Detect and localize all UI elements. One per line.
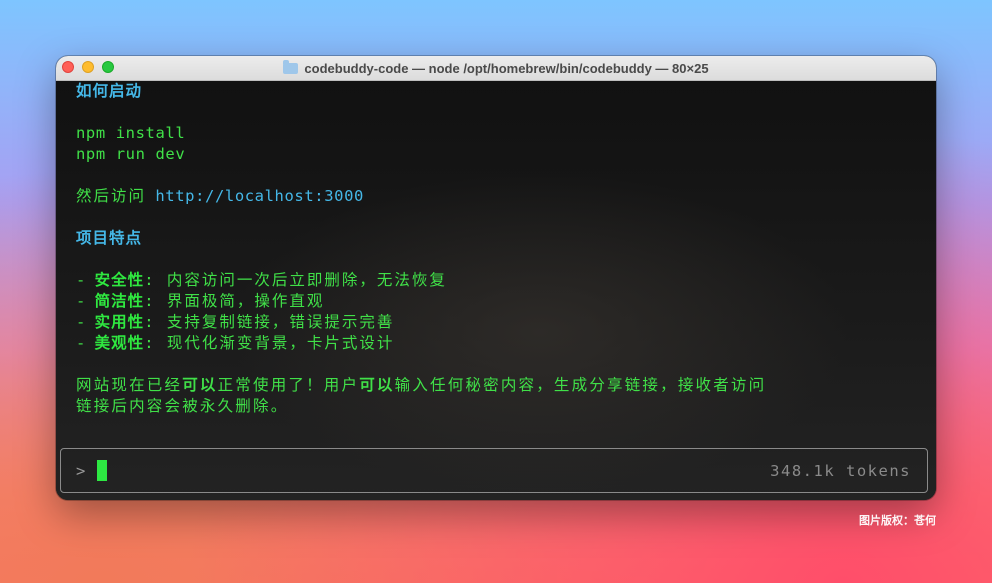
visit-line: 然后访问 http://localhost:3000: [76, 186, 926, 207]
heading-start: 如何启动: [76, 82, 143, 100]
folder-icon: [283, 60, 299, 74]
heading-features: 项目特点: [76, 229, 143, 247]
close-button[interactable]: [62, 61, 74, 73]
feature-text: : 支持复制链接，错误提示完善: [144, 313, 395, 331]
feature-label: 实用性: [94, 313, 145, 331]
summary-line-1: 网站现在已经可以正常使用了！用户可以输入任何秘密内容，生成分享链接，接收者访问: [76, 376, 767, 394]
minimize-button[interactable]: [82, 61, 94, 73]
feature-label: 简洁性: [94, 292, 145, 310]
zoom-button[interactable]: [102, 61, 114, 73]
traffic-lights: [62, 61, 114, 73]
text-cursor: [97, 460, 108, 481]
feature-label: 安全性: [94, 271, 145, 289]
visit-prefix: 然后访问: [76, 187, 147, 205]
feature-item: - 简洁性: 界面极简，操作直观: [76, 292, 325, 310]
token-count: 348.1k tokens: [770, 461, 911, 480]
terminal-window: codebuddy-code — node /opt/homebrew/bin/…: [56, 56, 936, 500]
feature-item: - 安全性: 内容访问一次后立即删除，无法恢复: [76, 271, 447, 289]
window-title: codebuddy-code — node /opt/homebrew/bin/…: [304, 60, 709, 76]
copyright-watermark: 图片版权：苍何: [859, 515, 936, 527]
title-bar[interactable]: codebuddy-code — node /opt/homebrew/bin/…: [56, 56, 936, 81]
prompt-input[interactable]: > 348.1k tokens: [60, 448, 928, 493]
feature-item: - 实用性: 支持复制链接，错误提示完善: [76, 313, 395, 331]
window-title-group: codebuddy-code — node /opt/homebrew/bin/…: [283, 60, 709, 76]
feature-text: : 现代化渐变背景，卡片式设计: [144, 334, 395, 352]
feature-text: : 界面极简，操作直观: [144, 292, 325, 310]
cmd-install: npm install: [76, 124, 186, 142]
terminal-output[interactable]: 如何启动 npm install npm run dev 然后访问 http:/…: [56, 81, 936, 500]
visit-url[interactable]: http://localhost:3000: [155, 187, 364, 205]
terminal-content: 如何启动 npm install npm run dev 然后访问 http:/…: [76, 81, 926, 417]
feature-label: 美观性: [94, 334, 145, 352]
cmd-run: npm run dev: [76, 145, 186, 163]
feature-text: : 内容访问一次后立即删除，无法恢复: [144, 271, 447, 289]
summary-line-2: 链接后内容会被永久删除。: [76, 397, 289, 415]
feature-item: - 美观性: 现代化渐变背景，卡片式设计: [76, 334, 395, 352]
prompt-symbol: >: [76, 461, 86, 480]
